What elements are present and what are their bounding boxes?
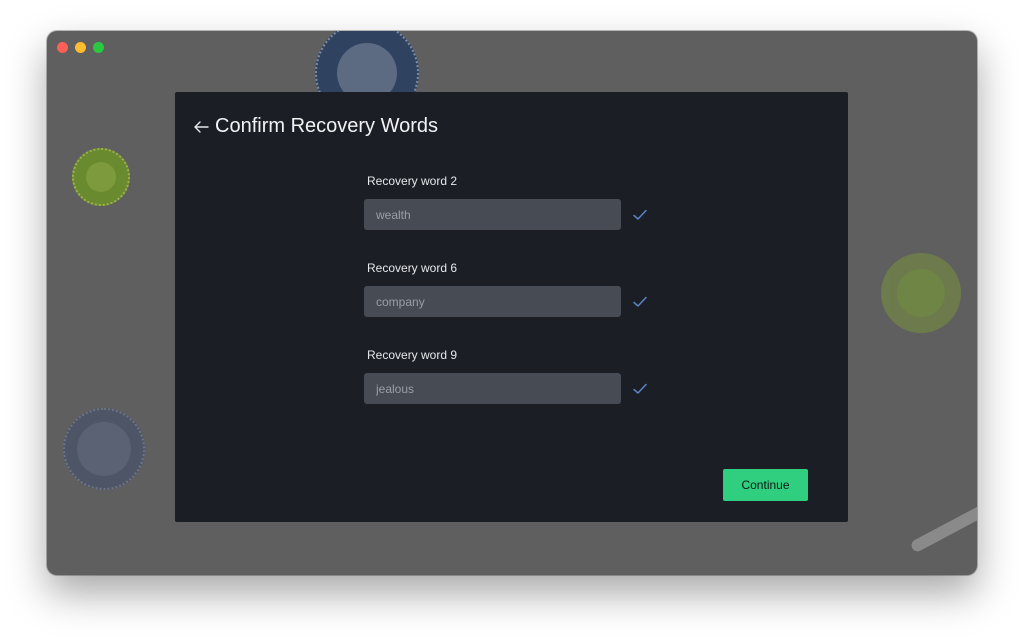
background-decoration <box>881 253 961 333</box>
page-title: Confirm Recovery Words <box>215 115 439 137</box>
recovery-word-label: Recovery word 2 <box>367 174 458 188</box>
window-minimize-button[interactable] <box>75 42 86 53</box>
check-icon <box>633 383 647 394</box>
recovery-word-label: Recovery word 6 <box>367 261 458 275</box>
background-decoration <box>72 148 130 206</box>
arrow-left-icon[interactable] <box>193 119 209 135</box>
recovery-word-input[interactable] <box>364 286 621 317</box>
window-close-button[interactable] <box>57 42 68 53</box>
background-decoration <box>909 500 977 554</box>
check-icon <box>633 296 647 307</box>
confirm-recovery-dialog: Confirm Recovery Words Recovery word 2 R… <box>175 92 848 522</box>
window-zoom-button[interactable] <box>93 42 104 53</box>
background-decoration <box>63 408 145 490</box>
recovery-word-label: Recovery word 9 <box>367 348 458 362</box>
check-icon <box>633 209 647 220</box>
app-window: Confirm Recovery Words Recovery word 2 R… <box>47 31 977 575</box>
continue-button[interactable]: Continue <box>723 469 808 501</box>
recovery-word-input[interactable] <box>364 373 621 404</box>
recovery-word-input[interactable] <box>364 199 621 230</box>
